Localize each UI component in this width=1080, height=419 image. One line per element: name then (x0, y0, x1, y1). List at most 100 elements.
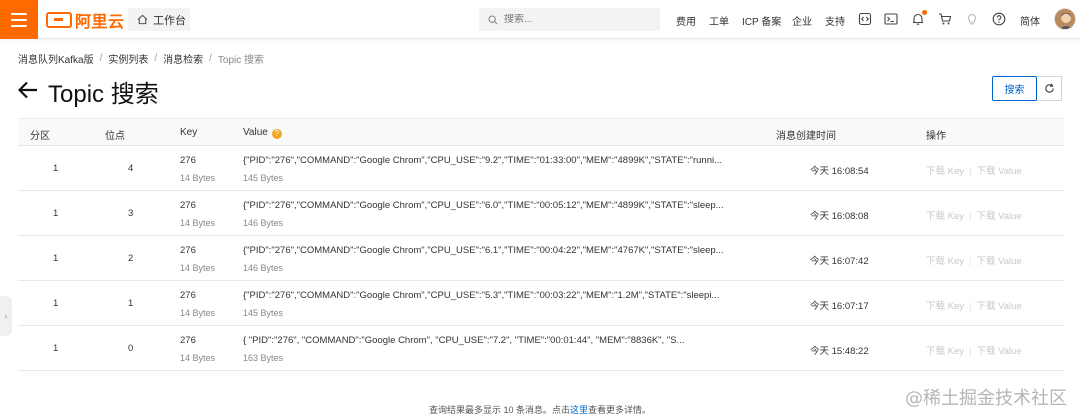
notification-dot (922, 10, 927, 15)
cell-created-time: 今天 16:07:42 (810, 256, 869, 267)
download-key-link[interactable]: 下载 Key (926, 346, 964, 357)
nav-link-enterprise[interactable]: 企业 (792, 13, 812, 28)
search-button[interactable]: 搜索 (992, 76, 1037, 101)
cell-value-size: 146 Bytes (243, 263, 284, 273)
cell-offset: 4 (128, 163, 134, 174)
menu-line (11, 12, 27, 15)
nav-link-icp[interactable]: ICP 备案 (742, 13, 781, 28)
home-icon (137, 14, 148, 25)
menu-line (11, 24, 27, 27)
cell-actions: 下载 Key | 下载 Value (926, 163, 1022, 177)
menu-line (11, 18, 27, 21)
download-value-link[interactable]: 下载 Value (976, 256, 1021, 267)
user-avatar[interactable] (1054, 8, 1076, 30)
cell-value: {"PID":"276","COMMAND":"Google Chrom","C… (243, 155, 723, 166)
table-header: 分区 位点 Key Value? 消息创建时间 操作 (18, 118, 1064, 146)
cell-key-size: 14 Bytes (180, 308, 216, 318)
bell-icon[interactable] (910, 10, 927, 27)
breadcrumb-message-query[interactable]: 消息检索 (163, 51, 203, 66)
note-text-before: 查询结果最多显示 10 条消息。点击 (428, 405, 570, 415)
cell-key: 276 (180, 290, 196, 301)
hamburger-menu-button[interactable] (0, 0, 38, 39)
action-separator: | (969, 211, 972, 222)
help-icon[interactable]: ? (271, 129, 282, 139)
action-separator: | (969, 256, 972, 267)
cell-partition: 1 (53, 298, 59, 309)
bulb-icon[interactable] (964, 11, 980, 27)
table-row: 1 0 276 14 Bytes { "PID":"276", "COMMAND… (18, 326, 1064, 371)
download-key-link[interactable]: 下载 Key (926, 211, 964, 222)
cell-value-size: 146 Bytes (243, 218, 284, 228)
cell-key-size: 14 Bytes (180, 353, 216, 363)
action-separator: | (969, 166, 972, 177)
workbench-button[interactable]: 工作台 (128, 8, 190, 31)
download-value-link[interactable]: 下载 Value (976, 166, 1021, 177)
header-created-time: 消息创建时间 (776, 131, 836, 142)
breadcrumb-kafka[interactable]: 消息队列Kafka版 (18, 51, 94, 66)
page-title: Topic 搜索 (17, 74, 159, 109)
global-search[interactable] (479, 8, 660, 31)
page-title-text: Topic 搜索 (48, 81, 159, 108)
nav-link-billing[interactable]: 费用 (676, 13, 696, 28)
cell-value-size: 145 Bytes (243, 308, 284, 318)
cell-value: {"PID":"276","COMMAND":"Google Chrom","C… (243, 245, 724, 256)
cell-key: 276 (180, 245, 196, 256)
cell-created-time: 今天 16:08:08 (810, 211, 869, 222)
download-value-link[interactable]: 下载 Value (976, 211, 1021, 222)
code-icon[interactable] (857, 11, 873, 27)
action-separator: | (969, 346, 972, 357)
logo-mark-icon (46, 12, 72, 28)
download-value-link[interactable]: 下载 Value (976, 301, 1021, 312)
cell-key-size: 14 Bytes (180, 218, 216, 228)
nav-link-support[interactable]: 支持 (825, 13, 845, 28)
cart-icon[interactable] (937, 11, 953, 27)
cell-actions: 下载 Key | 下载 Value (926, 343, 1022, 357)
cell-offset: 1 (128, 298, 134, 309)
more-details-link[interactable]: 这里 (570, 405, 588, 415)
download-key-link[interactable]: 下载 Key (926, 166, 964, 177)
message-table: 分区 位点 Key Value? 消息创建时间 操作 1 4 276 14 By… (18, 118, 1064, 371)
download-key-link[interactable]: 下载 Key (926, 256, 964, 267)
cell-value-size: 145 Bytes (243, 173, 284, 183)
search-icon (488, 14, 498, 25)
header-actions: 操作 (926, 131, 946, 142)
back-arrow-icon[interactable] (17, 80, 38, 104)
language-switch[interactable]: 简体 (1020, 13, 1040, 28)
cell-value: {"PID":"276","COMMAND":"Google Chrom","C… (243, 200, 724, 211)
header-value: Value? (243, 127, 282, 139)
cell-created-time: 今天 16:07:17 (810, 301, 869, 312)
search-input[interactable] (504, 14, 644, 25)
terminal-icon[interactable] (883, 11, 899, 27)
refresh-button[interactable] (1037, 76, 1062, 101)
logo-text: 阿里云 (75, 12, 125, 31)
top-navigation-bar: 阿里云 工作台 费用 工单 ICP 备案 企业 支持 简体 (0, 0, 1080, 39)
breadcrumb-separator: / (209, 53, 212, 64)
breadcrumb-separator: / (154, 53, 158, 64)
cell-partition: 1 (53, 208, 59, 219)
watermark: @稀土掘金技术社区 (905, 388, 1067, 409)
side-expand-tab[interactable]: › (0, 296, 12, 336)
workbench-label: 工作台 (153, 14, 186, 27)
header-value-label: Value (243, 127, 268, 138)
table-row: 1 4 276 14 Bytes {"PID":"276","COMMAND":… (18, 146, 1064, 191)
cell-offset: 0 (128, 343, 134, 354)
cell-created-time: 今天 16:08:54 (810, 166, 869, 177)
aliyun-logo[interactable]: 阿里云 (46, 9, 125, 31)
download-value-link[interactable]: 下载 Value (976, 346, 1021, 357)
action-separator: | (969, 301, 972, 312)
cell-created-time: 今天 15:48:22 (810, 346, 869, 357)
help-icon[interactable] (991, 11, 1007, 27)
cell-value-size: 163 Bytes (243, 353, 284, 363)
cell-key-size: 14 Bytes (180, 173, 216, 183)
note-text-after: 查看更多详情。 (588, 405, 652, 415)
table-row: 1 3 276 14 Bytes {"PID":"276","COMMAND":… (18, 191, 1064, 236)
nav-link-tickets[interactable]: 工单 (709, 13, 729, 28)
refresh-icon (1044, 83, 1054, 93)
breadcrumb-instance-list[interactable]: 实例列表 (108, 51, 148, 66)
header-offset: 位点 (105, 131, 125, 142)
header-partition: 分区 (30, 131, 50, 142)
cell-offset: 3 (128, 208, 134, 219)
cell-partition: 1 (53, 253, 59, 264)
download-key-link[interactable]: 下载 Key (926, 301, 964, 312)
cell-partition: 1 (53, 163, 59, 174)
